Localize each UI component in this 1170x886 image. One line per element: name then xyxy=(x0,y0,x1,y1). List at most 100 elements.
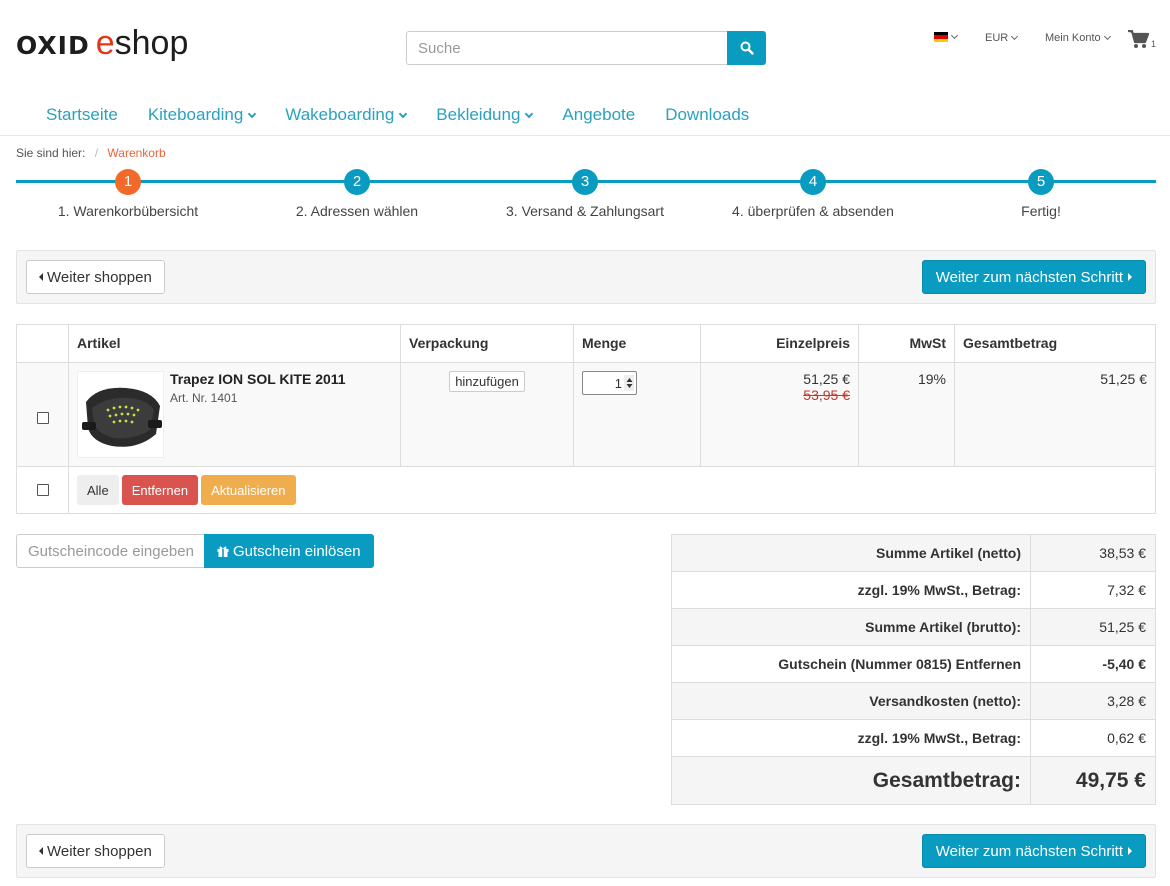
header-gesamtbetrag: Gesamtbetrag xyxy=(963,335,1058,351)
continue-shopping-button[interactable]: Weiter shoppen xyxy=(26,834,165,868)
nav-item-label: Wakeboarding xyxy=(285,105,395,124)
caret-right-icon xyxy=(1128,273,1132,281)
summary-label: Summe Artikel (netto) xyxy=(672,535,1031,571)
step-number: 1 xyxy=(115,169,141,195)
quantity-value: 1 xyxy=(614,375,622,391)
step-number: 5 xyxy=(1028,169,1054,195)
caret-left-icon xyxy=(39,273,43,281)
step-label: 1. Warenkorbübersicht xyxy=(57,203,199,219)
shop-logo[interactable]: OXID e shop xyxy=(16,24,188,62)
summary-value: 3,28 € xyxy=(1107,693,1146,709)
summary-row: Summe Artikel (netto) 38,53 € xyxy=(672,535,1155,572)
kite-harness-image xyxy=(82,387,162,447)
summary-label: zzgl. 19% MwSt., Betrag: xyxy=(672,572,1031,608)
step-label: 2. Adressen wählen xyxy=(295,203,419,219)
item-select-checkbox[interactable] xyxy=(36,411,49,424)
checkout-step-4: 4 4. überprüfen & absenden xyxy=(703,169,923,219)
add-packaging-button[interactable]: hinzufügen xyxy=(449,371,525,392)
summary-value: 51,25 € xyxy=(1099,619,1146,635)
breadcrumb: Sie sind hier: / Warenkorb xyxy=(16,146,166,160)
currency-dropdown[interactable]: EUR xyxy=(985,32,1019,44)
button-label: Weiter zum nächsten Schritt xyxy=(935,268,1123,286)
grand-total-value: 49,75 € xyxy=(1075,768,1146,792)
cart-button[interactable]: 1 xyxy=(1128,30,1156,49)
top-action-bar: Weiter shoppen Weiter zum nächsten Schri… xyxy=(16,250,1156,304)
search-button[interactable] xyxy=(727,31,766,65)
checkout-step-2: 2 2. Adressen wählen xyxy=(247,169,467,219)
voucher-code-input[interactable] xyxy=(16,534,204,568)
step-number: 2 xyxy=(344,169,370,195)
vat-rate: 19% xyxy=(859,363,955,466)
language-dropdown[interactable] xyxy=(934,31,959,42)
breadcrumb-current[interactable]: Warenkorb xyxy=(107,146,165,160)
old-unit-price: 53,95 € xyxy=(803,387,850,403)
nav-item-label: Bekleidung xyxy=(436,105,521,124)
header-verpackung: Verpackung xyxy=(401,325,574,362)
step-label: Fertig! xyxy=(1021,203,1061,219)
next-step-button[interactable]: Weiter zum nächsten Schritt xyxy=(921,834,1146,868)
chevron-down-icon xyxy=(525,109,534,118)
table-row: Trapez ION SOL KITE 2011 Art. Nr. 1401 h… xyxy=(17,363,1155,467)
chevron-down-icon xyxy=(1011,32,1019,41)
search-input[interactable] xyxy=(406,31,727,65)
step-number: 3 xyxy=(572,169,598,195)
summary-row-voucher: Gutschein (Nummer 0815) Entfernen -5,40 € xyxy=(672,646,1155,683)
main-navigation: Startseite Kiteboarding Wakeboarding Bek… xyxy=(31,104,764,126)
summary-label: zzgl. 19% MwSt., Betrag: xyxy=(672,720,1031,756)
summary-value: 0,62 € xyxy=(1107,730,1146,746)
spinner-arrows-icon[interactable] xyxy=(624,375,634,391)
step-number: 4 xyxy=(800,169,826,195)
account-dropdown[interactable]: Mein Konto xyxy=(1045,32,1111,44)
button-label: Weiter shoppen xyxy=(47,842,152,860)
cart-count-badge: 1 xyxy=(1151,39,1157,49)
logo-shop-text: shop xyxy=(114,24,189,62)
summary-row: zzgl. 19% MwSt., Betrag: 7,32 € xyxy=(672,572,1155,609)
header-mwst: MwSt xyxy=(859,325,955,362)
nav-item-startseite[interactable]: Startseite xyxy=(31,104,133,126)
nav-item-kiteboarding[interactable]: Kiteboarding xyxy=(133,104,270,126)
redeem-voucher-button[interactable]: Gutschein einlösen xyxy=(204,534,374,568)
summary-value: 7,32 € xyxy=(1107,582,1146,598)
product-name-link[interactable]: Trapez ION SOL KITE 2011 xyxy=(170,371,346,387)
chevron-down-icon xyxy=(248,109,257,118)
logo-oxid-text: OXID xyxy=(16,31,90,60)
nav-item-label: Kiteboarding xyxy=(147,105,244,124)
logo-e-text: e xyxy=(95,24,115,62)
flag-de-icon xyxy=(934,32,948,42)
continue-shopping-button[interactable]: Weiter shoppen xyxy=(26,260,165,294)
nav-item-bekleidung[interactable]: Bekleidung xyxy=(421,104,547,126)
chevron-down-icon xyxy=(950,31,959,40)
voucher-form: Gutschein einlösen xyxy=(16,534,374,568)
checkout-step-5: 5 Fertig! xyxy=(931,169,1151,219)
summary-row: zzgl. 19% MwSt., Betrag: 0,62 € xyxy=(672,720,1155,757)
basket-summary-table: Summe Artikel (netto) 38,53 € zzgl. 19% M… xyxy=(671,534,1156,805)
gift-icon xyxy=(217,546,229,557)
remove-button[interactable]: Entfernen xyxy=(121,475,199,505)
select-all-checkbox[interactable] xyxy=(36,484,49,496)
nav-item-angebote[interactable]: Angebote xyxy=(547,104,650,126)
voucher-remove-link[interactable]: Gutschein (Nummer 0815) Entfernen xyxy=(672,646,1031,682)
account-label: Mein Konto xyxy=(1045,32,1101,44)
button-label: Gutschein einlösen xyxy=(233,542,361,560)
summary-total-row: Gesamtbetrag: 49,75 € xyxy=(672,757,1155,804)
breadcrumb-prefix: Sie sind hier: xyxy=(16,146,86,160)
checkout-step-1[interactable]: 1 1. Warenkorbübersicht xyxy=(18,169,238,219)
table-header-row: Artikel Verpackung Menge Einzelpreis MwS… xyxy=(17,325,1155,363)
summary-label: Versandkosten (netto): xyxy=(672,683,1031,719)
product-image[interactable] xyxy=(77,371,164,458)
nav-item-downloads[interactable]: Downloads xyxy=(650,104,764,126)
update-button[interactable]: Aktualisieren xyxy=(201,475,296,505)
product-article-number: Art. Nr. 1401 xyxy=(170,391,238,405)
nav-item-wakeboarding[interactable]: Wakeboarding xyxy=(270,104,421,126)
grand-total-label: Gesamtbetrag: xyxy=(672,757,1031,804)
quantity-stepper[interactable]: 1 xyxy=(582,371,637,395)
line-total: 51,25 € xyxy=(1100,371,1147,387)
next-step-button[interactable]: Weiter zum nächsten Schritt xyxy=(921,260,1146,294)
caret-left-icon xyxy=(39,847,43,855)
button-label: Weiter zum nächsten Schritt xyxy=(935,842,1123,860)
nav-item-label: Angebote xyxy=(562,105,636,124)
caret-right-icon xyxy=(1128,847,1132,855)
select-all-button[interactable]: Alle xyxy=(77,475,119,505)
summary-value: 38,53 € xyxy=(1099,545,1146,561)
search-bar xyxy=(406,31,766,65)
